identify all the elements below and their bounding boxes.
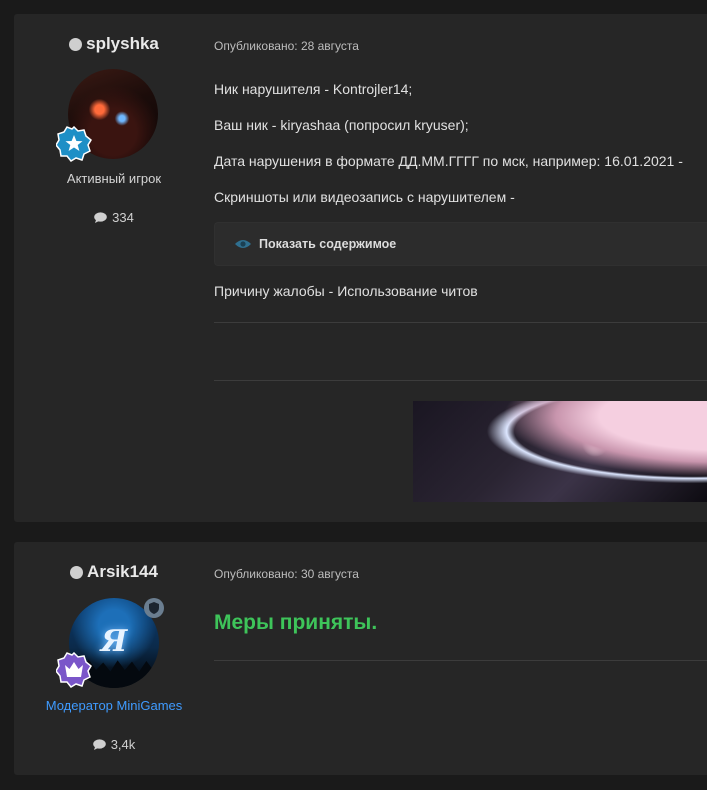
author-rank-title: Активный игрок — [66, 171, 162, 186]
divider — [214, 660, 707, 661]
author-username[interactable]: splyshka — [14, 34, 214, 54]
signature-image — [413, 401, 707, 502]
post-text-line: Дата нарушения в формате ДД.ММ.ГГГГ по м… — [214, 153, 683, 169]
shield-icon — [144, 598, 164, 618]
comment-icon — [94, 212, 107, 223]
post-count-value: 3,4k — [110, 737, 136, 752]
post-text-line: Ник нарушителя - Kontrojler14; — [214, 81, 413, 97]
author-username[interactable]: Arsik144 — [14, 562, 214, 582]
status-dot-icon — [70, 565, 84, 579]
author-post-count: 334 — [14, 210, 214, 225]
spoiler-label[interactable]: Показать содержимое — [259, 237, 396, 251]
eye-icon — [235, 240, 251, 248]
author-post-count: 3,4k — [14, 737, 214, 752]
post-date[interactable]: Опубликовано: 28 августа — [214, 39, 359, 53]
rank-badge-icon — [56, 126, 92, 162]
post-date[interactable]: Опубликовано: 30 августа — [214, 567, 359, 581]
post-text-line: Причину жалобы - Использование читов — [214, 283, 478, 299]
forum-post: splyshka Активный игрок 334 Опубликовано… — [14, 14, 707, 522]
author-rank-title: Модератор MiniGames — [45, 698, 183, 713]
rank-badge-icon — [56, 652, 92, 688]
post-message: Меры приняты. — [214, 611, 378, 634]
comment-icon — [92, 739, 106, 750]
spoiler-toggle[interactable]: Показать содержимое — [214, 222, 707, 266]
post-text-line: Ваш ник - kiryashaa (попросил kryuser); — [214, 117, 469, 133]
post-text-line: Скриншоты или видеозапись с нарушителем … — [214, 189, 515, 205]
forum-post: Arsik144 Я Модератор MiniGames 3,4k Опуб… — [14, 542, 707, 775]
divider — [214, 322, 707, 323]
rank-badge — [56, 126, 92, 162]
username-text[interactable]: Arsik144 — [87, 562, 158, 582]
rank-badge — [56, 652, 92, 688]
status-dot-icon — [69, 37, 83, 51]
divider — [214, 380, 707, 381]
post-count-value: 334 — [112, 210, 134, 225]
username-text[interactable]: splyshka — [86, 34, 159, 54]
